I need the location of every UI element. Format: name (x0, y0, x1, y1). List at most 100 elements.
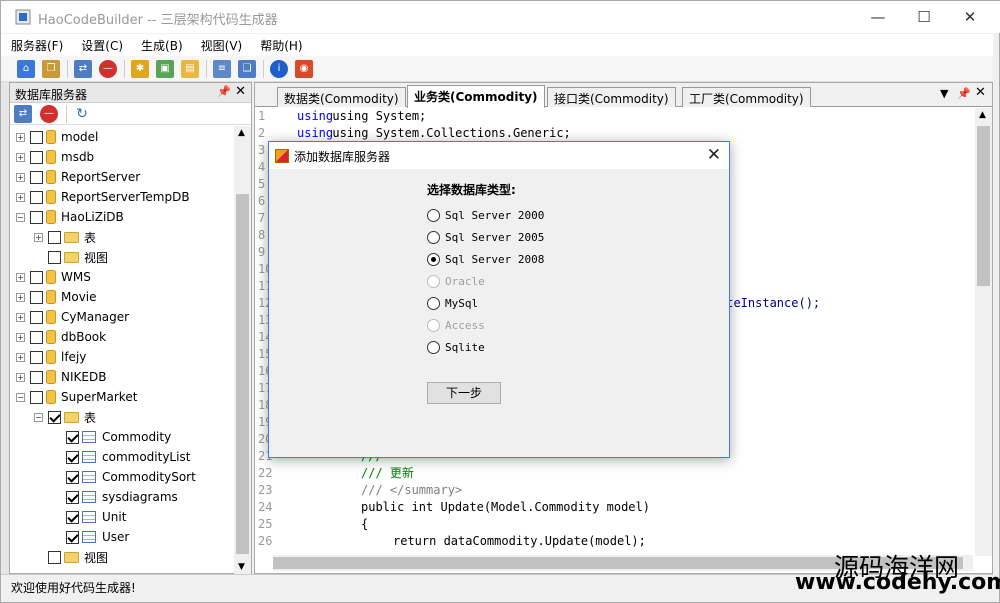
tree-checkbox[interactable] (48, 230, 61, 244)
tree-node[interactable]: + ReportServer (16, 167, 140, 187)
db-type-option[interactable]: Sqlite (427, 341, 485, 354)
tree-node[interactable]: +视图 (34, 547, 108, 567)
code-scroll-thumb[interactable] (977, 126, 990, 286)
db-type-option[interactable]: Sql Server 2008 (427, 253, 544, 266)
tree-checkbox[interactable] (30, 330, 43, 344)
tab-factory-class[interactable]: 工厂类(Commodity) (682, 87, 811, 107)
tree-checkbox[interactable] (66, 530, 79, 544)
tree-checkbox[interactable] (66, 490, 79, 504)
expander-icon[interactable]: + (16, 312, 25, 322)
maximize-button[interactable]: ☐ (901, 1, 947, 33)
scroll-up-icon[interactable]: ▲ (238, 128, 245, 138)
db-type-option[interactable]: MySql (427, 297, 478, 310)
tree-checkbox[interactable] (30, 130, 43, 144)
tree-node[interactable]: + 表 (34, 227, 96, 247)
home-icon[interactable]: ⌂ (17, 59, 35, 78)
tree-node[interactable]: +Unit (52, 507, 126, 527)
radio-button[interactable] (427, 253, 440, 266)
scroll-down-icon[interactable]: ▼ (238, 562, 245, 572)
tree-checkbox[interactable] (48, 550, 61, 564)
tree-node[interactable]: +视图 (34, 247, 108, 267)
minimize-button[interactable]: — (855, 1, 901, 33)
database-icon[interactable]: ▤ (181, 59, 199, 78)
expander-icon[interactable]: + (34, 232, 43, 242)
tools-icon[interactable]: ✱ (131, 59, 149, 78)
tree-checkbox[interactable] (30, 190, 43, 204)
tree-checkbox[interactable] (30, 310, 43, 324)
tab-data-class[interactable]: 数据类(Commodity) (277, 87, 406, 107)
window-icon[interactable]: ❏ (238, 59, 256, 78)
tree-node[interactable]: + ReportServerTempDB (16, 187, 190, 207)
tree-checkbox[interactable] (30, 370, 43, 384)
tree-checkbox[interactable] (30, 290, 43, 304)
pin-icon[interactable]: 📌 (217, 85, 231, 98)
close-button[interactable]: ✕ (947, 1, 993, 33)
expander-icon[interactable]: + (16, 292, 25, 302)
tree-node[interactable]: + Movie (16, 287, 97, 307)
db-type-option[interactable]: Sql Server 2005 (427, 231, 544, 244)
tab-close-icon[interactable]: ✕ (975, 85, 986, 100)
tree-node[interactable]: +CommoditySort (52, 467, 196, 487)
tree-checkbox[interactable] (66, 430, 79, 444)
tab-interface-class[interactable]: 接口类(Commodity) (547, 87, 676, 107)
tree-node[interactable]: +sysdiagrams (52, 487, 178, 507)
expander-icon[interactable]: + (16, 332, 25, 342)
menu-build[interactable]: 生成(B) (141, 37, 183, 54)
tree-node[interactable]: − 表 (34, 407, 96, 427)
tree-checkbox[interactable] (66, 470, 79, 484)
tree-checkbox[interactable] (66, 510, 79, 524)
menu-server[interactable]: 服务器(F) (11, 37, 63, 54)
tree-node[interactable]: − SuperMarket (16, 387, 137, 407)
radio-button[interactable] (427, 209, 440, 222)
tree-node[interactable]: + NIKEDB (16, 367, 106, 387)
menu-view[interactable]: 视图(V) (201, 37, 243, 54)
expander-icon[interactable]: − (34, 412, 43, 422)
connect-server-icon[interactable]: ⇄ (74, 59, 92, 78)
info-icon[interactable]: i (270, 59, 288, 78)
tree-node[interactable]: + msdb (16, 147, 94, 167)
tree-checkbox[interactable] (30, 270, 43, 284)
exit-icon[interactable]: ◉ (295, 59, 313, 78)
expander-icon[interactable]: + (16, 132, 25, 142)
tab-dropdown-icon[interactable]: ▼ (940, 87, 948, 100)
connect-server-icon[interactable]: ⇄ (14, 104, 32, 123)
expander-icon[interactable]: + (16, 172, 25, 182)
tab-business-class[interactable]: 业务类(Commodity) (407, 85, 545, 108)
db-type-option[interactable]: Sql Server 2000 (427, 209, 544, 222)
radio-button[interactable] (427, 341, 440, 354)
expander-icon[interactable]: + (16, 152, 25, 162)
tree-checkbox[interactable] (30, 390, 43, 404)
tree-checkbox[interactable] (66, 450, 79, 464)
document-icon[interactable]: ≡ (213, 59, 231, 78)
copy-icon[interactable]: ❐ (42, 59, 60, 78)
expander-icon[interactable]: + (16, 192, 25, 202)
expander-icon[interactable]: − (16, 212, 25, 222)
tree-node[interactable]: +User (52, 527, 129, 547)
tree-scroll-thumb[interactable] (236, 194, 249, 554)
expander-icon[interactable]: + (16, 272, 25, 282)
tab-pin-icon[interactable]: 📌 (957, 87, 971, 100)
tree-node[interactable]: − HaoLiZiDB (16, 207, 124, 227)
tree-node[interactable]: + CyManager (16, 307, 129, 327)
tree-node[interactable]: +commodityList (52, 447, 190, 467)
next-button[interactable]: 下一步 (427, 382, 501, 404)
expander-icon[interactable]: + (16, 372, 25, 382)
tree-checkbox[interactable] (30, 210, 43, 224)
tree-checkbox[interactable] (48, 410, 61, 424)
pane-close-icon[interactable]: ✕ (235, 84, 246, 99)
tree-node[interactable]: + WMS (16, 267, 91, 287)
menu-help[interactable]: 帮助(H) (260, 37, 302, 54)
scroll-up-icon[interactable]: ▲ (979, 110, 986, 120)
code-scrollbar[interactable]: ▲ (975, 108, 992, 556)
radio-button[interactable] (427, 231, 440, 244)
tree-node[interactable]: + model (16, 127, 98, 147)
radio-button[interactable] (427, 297, 440, 310)
image-icon[interactable]: ▣ (156, 59, 174, 78)
tree-checkbox[interactable] (30, 170, 43, 184)
tree-scrollbar[interactable]: ▲ ▼ (234, 126, 251, 574)
tree-node[interactable]: +Commodity (52, 427, 171, 447)
menu-settings[interactable]: 设置(C) (81, 37, 123, 54)
stop-icon[interactable]: — (99, 59, 117, 78)
tree-node[interactable]: + dbBook (16, 327, 106, 347)
refresh-icon[interactable]: ↻ (73, 104, 91, 123)
